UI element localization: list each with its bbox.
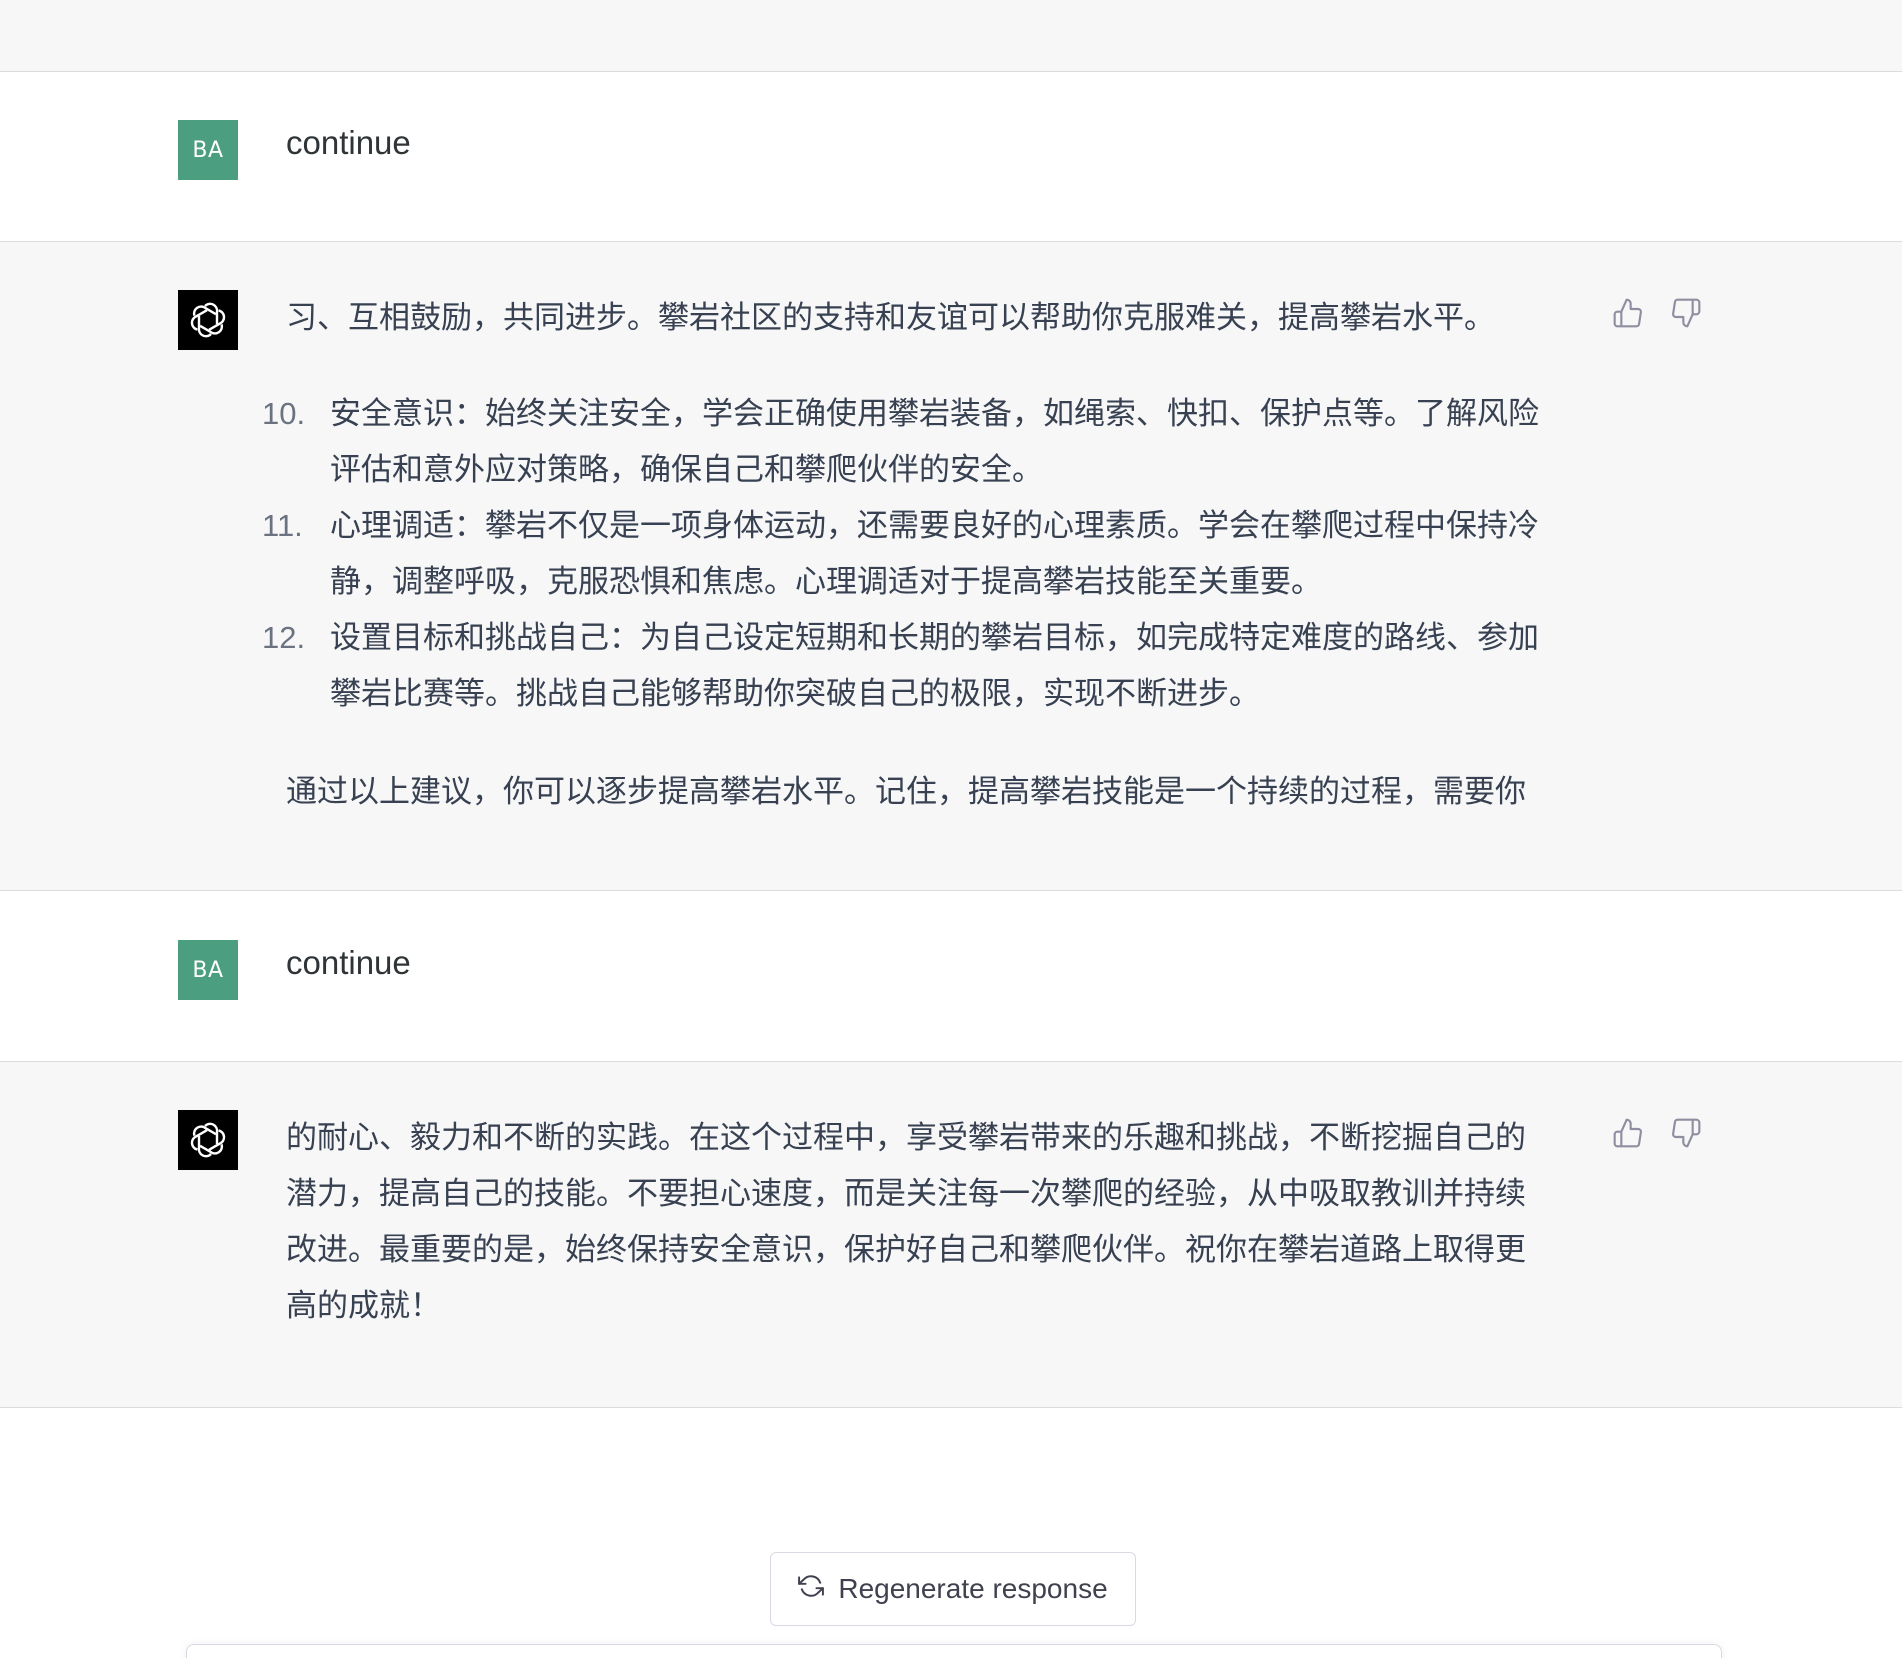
user-message: BA continue: [0, 72, 1902, 242]
previous-message-edge: [0, 0, 1902, 72]
chat-page: BA continue 习、互相鼓励，共同进步。攀岩社区的支持和友谊可以帮助你克…: [0, 0, 1902, 1658]
feedback-actions: [1612, 1116, 1702, 1150]
openai-logo-icon: [178, 1110, 238, 1170]
list-item-line: 评估和意外应对策略，确保自己和攀爬伙伴的安全。: [330, 452, 1043, 488]
list-item: 12. 设置目标和挑战自己：为自己设定短期和长期的攀岩目标，如完成特定难度的路线…: [254, 610, 1584, 722]
user-message: BA continue: [0, 892, 1902, 1062]
list-item-line: 攀岩比赛等。挑战自己能够帮助你突破自己的极限，实现不断进步。: [330, 676, 1260, 712]
tips-list: 10. 安全意识：始终关注安全，学会正确使用攀岩装备，如绳索、快扣、保护点等。了…: [254, 386, 1584, 722]
assistant-message-outro: 通过以上建议，你可以逐步提高攀岩水平。记住，提高攀岩技能是一个持续的过程，需要你: [286, 764, 1576, 820]
assistant-message-intro: 习、互相鼓励，共同进步。攀岩社区的支持和友谊可以帮助你克服难关，提高攀岩水平。: [286, 290, 1576, 346]
user-avatar: BA: [178, 940, 238, 1000]
assistant-message-body: 的耐心、毅力和不断的实践。在这个过程中，享受攀岩带来的乐趣和挑战，不断挖掘自己的…: [286, 1110, 1576, 1334]
thumbs-up-icon[interactable]: [1612, 296, 1644, 330]
user-avatar: BA: [178, 120, 238, 180]
message-line: 的耐心、毅力和不断的实践。在这个过程中，享受攀岩带来的乐趣和挑战，不断挖掘自己的: [286, 1120, 1526, 1156]
list-item-line: 静，调整呼吸，克服恐惧和焦虑。心理调适对于提高攀岩技能至关重要。: [330, 564, 1322, 600]
thumbs-up-icon[interactable]: [1612, 1116, 1644, 1150]
list-item-line: 安全意识：始终关注安全，学会正确使用攀岩装备，如绳索、快扣、保护点等。了解风险: [330, 396, 1539, 432]
thumbs-down-icon[interactable]: [1670, 296, 1702, 330]
paragraph: 习、互相鼓励，共同进步。攀岩社区的支持和友谊可以帮助你克服难关，提高攀岩水平。: [286, 300, 1495, 336]
list-item-number: 11.: [262, 508, 303, 543]
message-line: 高的成就！: [286, 1288, 441, 1324]
assistant-message: 的耐心、毅力和不断的实践。在这个过程中，享受攀岩带来的乐趣和挑战，不断挖掘自己的…: [0, 1062, 1902, 1408]
list-item-line: 设置目标和挑战自己：为自己设定短期和长期的攀岩目标，如完成特定难度的路线、参加: [330, 620, 1539, 656]
regenerate-response-button[interactable]: Regenerate response: [770, 1552, 1136, 1626]
list-item: 11. 心理调适：攀岩不仅是一项身体运动，还需要良好的心理素质。学会在攀爬过程中…: [254, 498, 1584, 610]
feedback-actions: [1612, 296, 1702, 330]
paragraph: 通过以上建议，你可以逐步提高攀岩水平。记住，提高攀岩技能是一个持续的过程，需要你: [286, 774, 1526, 810]
list-item-number: 12.: [262, 620, 306, 655]
refresh-icon: [798, 1573, 825, 1606]
thumbs-down-icon[interactable]: [1670, 1116, 1702, 1150]
regenerate-label: Regenerate response: [838, 1573, 1108, 1604]
message-input[interactable]: [186, 1644, 1722, 1658]
openai-logo-icon: [178, 290, 238, 350]
list-item-number: 10.: [262, 396, 306, 431]
message-line: 潜力，提高自己的技能。不要担心速度，而是关注每一次攀爬的经验，从中吸取教训并持续: [286, 1176, 1526, 1212]
user-message-text: continue: [286, 944, 411, 981]
list-item: 10. 安全意识：始终关注安全，学会正确使用攀岩装备，如绳索、快扣、保护点等。了…: [254, 386, 1584, 498]
list-item-line: 心理调适：攀岩不仅是一项身体运动，还需要良好的心理素质。学会在攀爬过程中保持冷: [330, 508, 1539, 544]
user-message-text: continue: [286, 124, 411, 161]
assistant-message: 习、互相鼓励，共同进步。攀岩社区的支持和友谊可以帮助你克服难关，提高攀岩水平。 …: [0, 242, 1902, 891]
message-line: 改进。最重要的是，始终保持安全意识，保护好自己和攀爬伙伴。祝你在攀岩道路上取得更: [286, 1232, 1526, 1268]
